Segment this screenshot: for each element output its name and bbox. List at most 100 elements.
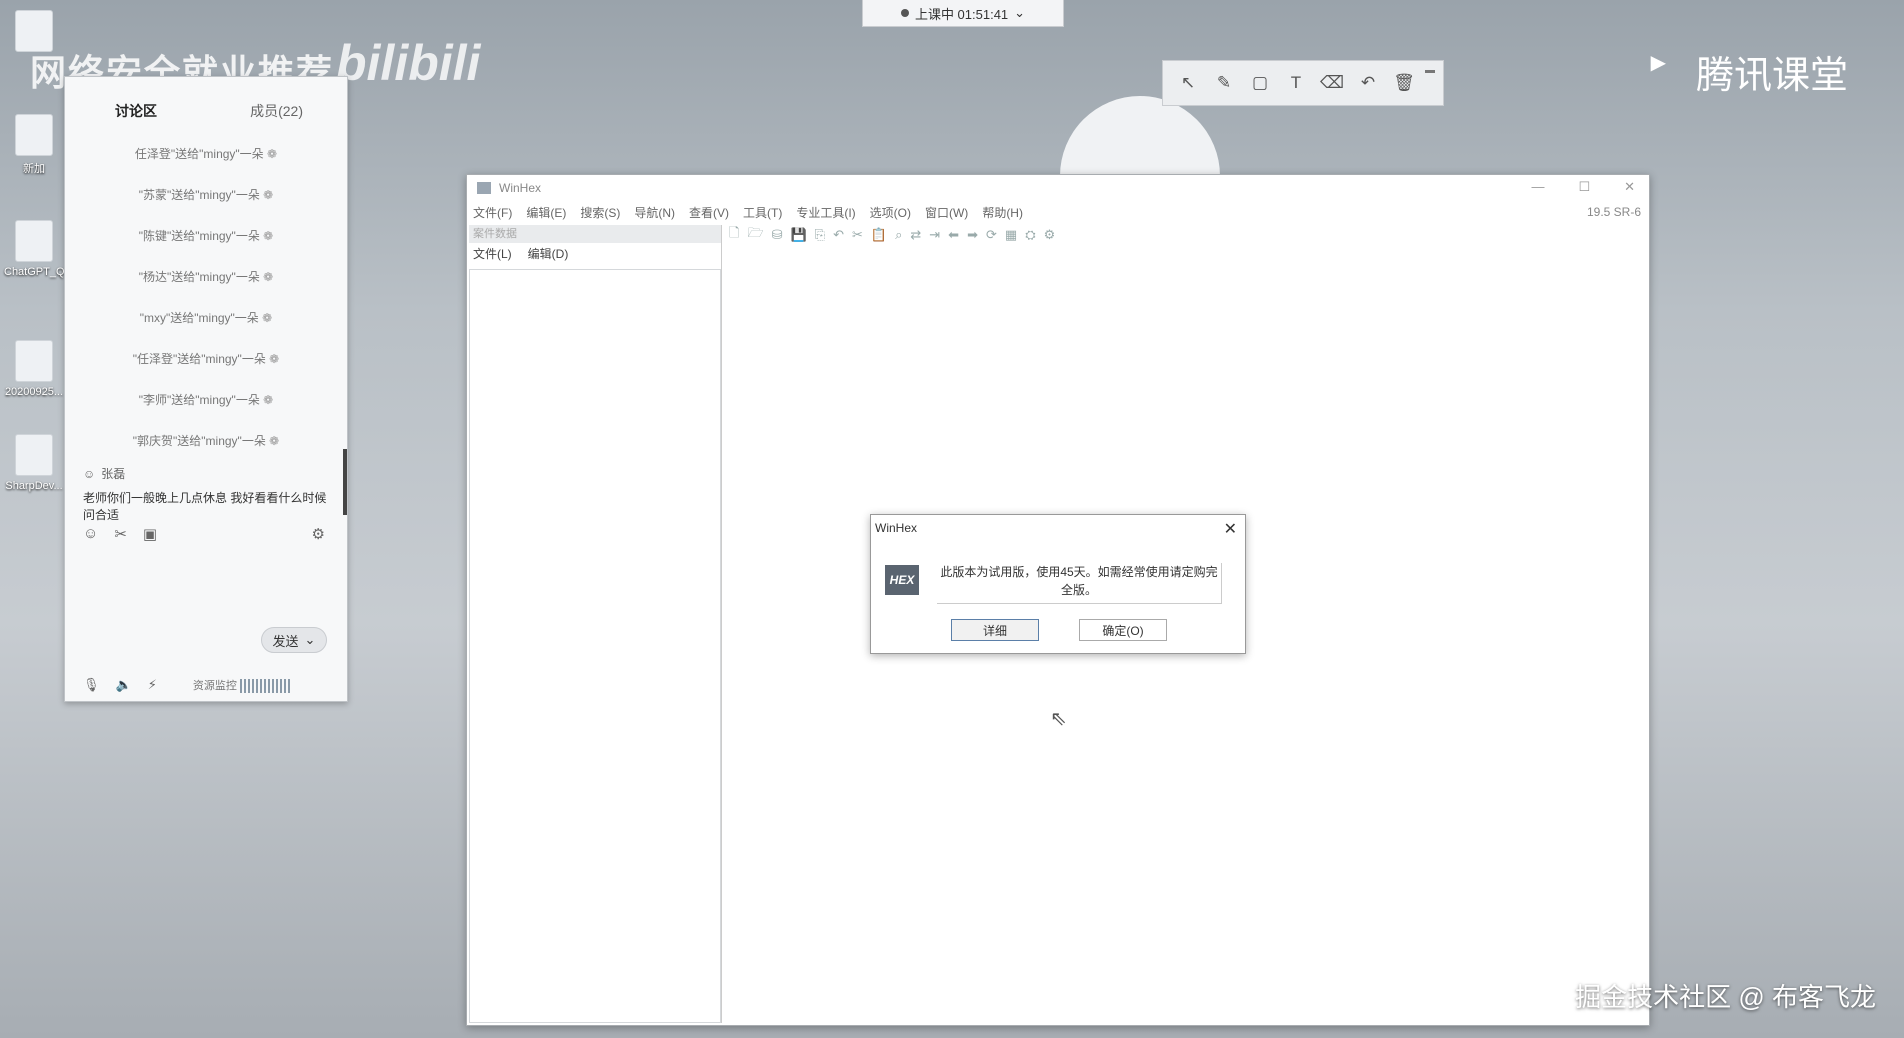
window-controls: — ☐ ✕ xyxy=(1531,179,1635,195)
undo-icon[interactable]: ↶ xyxy=(833,227,844,243)
flower-icon: ❁ xyxy=(263,229,274,243)
flower-icon: ❁ xyxy=(269,434,280,448)
gift-message: "郭庆贺"送给"mingy"一朵 ❁ xyxy=(65,432,347,449)
forward-arrow-icon[interactable]: ➡ xyxy=(967,227,978,243)
tab-discussion[interactable]: 讨论区 xyxy=(115,101,157,121)
send-button[interactable]: 发送 ⌄ xyxy=(261,627,327,653)
rectangle-icon[interactable]: ▢ xyxy=(1249,72,1271,94)
menu-options[interactable]: 选项(O) xyxy=(870,204,911,221)
version-label: 19.5 SR-6 xyxy=(1586,205,1641,219)
menu-tools[interactable]: 工具(T) xyxy=(743,204,782,221)
refresh-icon[interactable]: ⟳ xyxy=(986,227,997,243)
trash-icon[interactable]: 🗑 xyxy=(1393,72,1415,94)
menu-window[interactable]: 窗口(W) xyxy=(925,204,968,221)
close-icon[interactable]: ✕ xyxy=(1224,519,1237,539)
desktop-icon-4[interactable]: SharpDev... xyxy=(4,434,64,492)
select-pointer-icon[interactable]: ↖ xyxy=(1177,72,1199,94)
goto-icon[interactable]: ⇥ xyxy=(929,227,940,243)
menu-navigate[interactable]: 导航(N) xyxy=(634,204,675,221)
timer-label: 上课中 01:51:41 xyxy=(914,6,1009,22)
record-dot-icon xyxy=(900,9,909,17)
send-label: 发送 xyxy=(272,633,299,649)
maximize-icon[interactable]: ☐ xyxy=(1578,179,1590,195)
settings-icon[interactable]: ⚙ xyxy=(1044,227,1056,243)
calculator-icon[interactable]: ▦ xyxy=(1005,227,1017,243)
menu-pro-tools[interactable]: 专业工具(I) xyxy=(796,204,855,221)
window-title: WinHex xyxy=(499,181,542,195)
back-arrow-icon[interactable]: ⬅ xyxy=(948,227,959,243)
title-bar: WinHex — ☐ ✕ xyxy=(467,175,1649,201)
save-icon[interactable]: 💾 xyxy=(790,227,806,243)
find-icon[interactable]: ⌕ xyxy=(895,227,902,243)
message-author: ☺ 张磊 xyxy=(83,465,329,482)
chat-tabs: 讨论区 成员(22) xyxy=(65,77,347,121)
ok-button[interactable]: 确定(O) xyxy=(1079,619,1167,641)
cut-icon[interactable]: ✂ xyxy=(852,227,863,243)
desktop-icon-3[interactable]: 20200925... xyxy=(4,340,64,398)
desktop-icon-label: 新加 xyxy=(23,163,45,175)
disk-tools-icon[interactable]: ⛭ xyxy=(1025,227,1035,243)
gift-text: "杨达"送给"mingy"一朵 xyxy=(138,270,260,284)
chevron-down-icon: ⌄ xyxy=(1014,5,1026,20)
pen-icon[interactable]: ✎ xyxy=(1213,72,1235,94)
case-menu-edit[interactable]: 编辑(D) xyxy=(528,245,569,262)
bilibili-logo: bilibili xyxy=(336,35,481,91)
main-toolbar: 🗋 🗁 ⛁ 💾 ⎘ ↶ ✂ 📋 ⌕ ⇄ ⇥ ⬅ ➡ ⟳ ▦ ⛭ ⚙ xyxy=(721,223,1649,247)
chevron-down-icon[interactable]: ⌄ xyxy=(305,632,316,648)
dialog-title: WinHex xyxy=(875,521,918,535)
play-icon[interactable]: ▶ xyxy=(1651,50,1666,75)
chat-panel: 讨论区 成员(22) 任泽登"送给"mingy"一朵 ❁ "苏蒙"送给"ming… xyxy=(64,76,348,702)
case-menu-file[interactable]: 文件(L) xyxy=(473,245,512,262)
gift-message: "陈键"送给"mingy"一朵 ❁ xyxy=(65,227,347,244)
scissors-icon[interactable]: ✂ xyxy=(114,525,127,543)
class-timer[interactable]: 上课中 01:51:41 ⌄ xyxy=(862,0,1064,27)
gift-message: "杨达"送给"mingy"一朵 ❁ xyxy=(65,268,347,285)
evaluation-dialog: WinHex ✕ HEX 此版本为试用版，使用45天。如需经常使用请定购完全版。… xyxy=(870,514,1246,654)
chat-message: ☺ 张磊 老师你们一般晚上几点休息 我好看看什么时候问合适 xyxy=(65,449,347,524)
resource-monitor[interactable]: 资源监控 xyxy=(193,677,292,693)
settings-icon[interactable]: ⚙ xyxy=(312,525,325,543)
paste-icon[interactable]: 📋 xyxy=(871,227,887,243)
microphone-icon[interactable]: 🎙 xyxy=(83,677,100,693)
chat-scrollbar[interactable] xyxy=(343,449,347,515)
close-icon[interactable]: ✕ xyxy=(1624,179,1635,195)
menu-help[interactable]: 帮助(H) xyxy=(982,204,1023,221)
case-data-tree[interactable] xyxy=(469,269,721,1023)
image-icon[interactable]: ▣ xyxy=(143,525,157,543)
disk-icon[interactable]: ⛁ xyxy=(772,227,783,243)
flower-icon: ❁ xyxy=(263,188,274,202)
menu-search[interactable]: 搜索(S) xyxy=(580,204,620,221)
desktop-icon-label: SharpDev... xyxy=(5,480,63,492)
mascot-decoration xyxy=(1060,96,1220,176)
mouse-cursor-icon: ⇖ xyxy=(1050,708,1067,730)
speaker-icon[interactable]: 🔈 xyxy=(116,677,132,693)
open-file-icon[interactable]: 🗁 xyxy=(747,224,763,246)
chat-input-tools: ☺ ✂ ▣ xyxy=(83,525,157,543)
minimize-icon[interactable]: ▬ xyxy=(1425,65,1435,76)
minimize-icon[interactable]: — xyxy=(1531,179,1544,195)
details-button[interactable]: 详细 xyxy=(951,619,1039,641)
desktop-icon-2[interactable]: ChatGPT_Q... xyxy=(4,220,74,278)
message-text: 老师你们一般晚上几点休息 我好看看什么时候问合适 xyxy=(83,491,327,522)
gift-text: "苏蒙"送给"mingy"一朵 xyxy=(138,188,260,202)
gift-message: "李师"送给"mingy"一朵 ❁ xyxy=(65,391,347,408)
emoji-icon[interactable]: ☺ xyxy=(83,525,98,543)
text-icon[interactable]: T xyxy=(1285,72,1307,94)
flower-icon: ❁ xyxy=(263,270,274,284)
file-icon xyxy=(15,114,53,156)
desktop-icon-1[interactable]: 新加 xyxy=(4,114,64,176)
undo-icon[interactable]: ↶ xyxy=(1357,72,1379,94)
menu-file[interactable]: 文件(F) xyxy=(473,204,512,221)
tencent-classroom-logo: 腾讯课堂 xyxy=(1695,55,1848,97)
flower-icon: ❁ xyxy=(269,352,280,366)
chat-bottom-bar: 🎙 🔈 ⚡ 资源监控 xyxy=(83,677,292,693)
menu-edit[interactable]: 编辑(E) xyxy=(526,204,566,221)
copy-icon[interactable]: ⎘ xyxy=(815,227,825,243)
gift-message: "苏蒙"送给"mingy"一朵 ❁ xyxy=(65,186,347,203)
replace-icon[interactable]: ⇄ xyxy=(910,227,921,243)
menu-view[interactable]: 查看(V) xyxy=(689,204,729,221)
eraser-icon[interactable]: ⌫ xyxy=(1320,72,1344,94)
new-file-icon[interactable]: 🗋 xyxy=(729,224,739,246)
tab-members[interactable]: 成员(22) xyxy=(250,101,303,121)
signal-icon[interactable]: ⚡ xyxy=(148,677,157,693)
